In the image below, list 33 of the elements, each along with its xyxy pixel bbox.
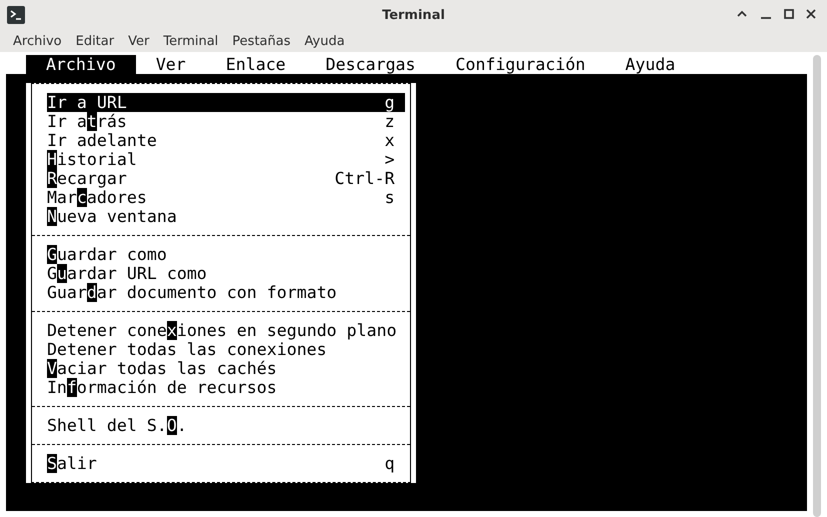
menu-item[interactable]: Configuración	[436, 55, 606, 74]
menu-item[interactable]: Guardar URL como	[46, 264, 405, 283]
scrollbar-thumb[interactable]	[813, 55, 821, 517]
menu-item[interactable]: Pestañas	[225, 34, 298, 48]
maximize-icon[interactable]	[783, 8, 795, 20]
menu-item[interactable]: Nueva ventana	[46, 207, 405, 226]
menu-item[interactable]: Enlace	[206, 55, 306, 74]
menu-item[interactable]: Ir adelante x	[46, 131, 405, 150]
menu-item[interactable]: Ir atrás z	[46, 112, 405, 131]
menu-item[interactable]: Ayuda	[298, 34, 352, 48]
menu-item[interactable]: Salir q	[46, 454, 405, 473]
menu-item[interactable]: Vaciar todas las cachés	[46, 359, 405, 378]
menu-item[interactable]: Detener conexiones en segundo plano	[46, 321, 405, 340]
menu-item[interactable]: Ir a URL g	[46, 93, 405, 112]
close-icon[interactable]	[805, 8, 817, 20]
menu-item[interactable]: Información de recursos	[46, 378, 405, 397]
menu-item[interactable]: Shell del S.O.	[46, 416, 405, 435]
menu-item[interactable]: Ver	[136, 55, 206, 74]
menu-item[interactable]: Ayuda	[605, 55, 696, 74]
menu-item[interactable]: Terminal	[156, 34, 226, 48]
menu-item[interactable]: Guardar documento con formato	[46, 283, 405, 302]
menu-item[interactable]: Guardar como	[46, 245, 405, 264]
menu-item[interactable]: Archivo	[6, 34, 69, 48]
menu-item[interactable]: Marcadores s	[46, 188, 405, 207]
menu-item[interactable]: Descargas	[306, 55, 436, 74]
menu-item[interactable]: Historial >	[46, 150, 405, 169]
menu-item[interactable]: Recargar Ctrl-R	[46, 169, 405, 188]
window-title: Terminal	[382, 8, 445, 22]
menu-item[interactable]: Archivo	[26, 55, 136, 74]
menu-item[interactable]: Ver	[121, 34, 156, 48]
menu-item[interactable]: Detener todas las conexiones	[46, 340, 405, 359]
terminal-icon	[7, 6, 25, 24]
menu-item[interactable]: Editar	[68, 34, 122, 48]
